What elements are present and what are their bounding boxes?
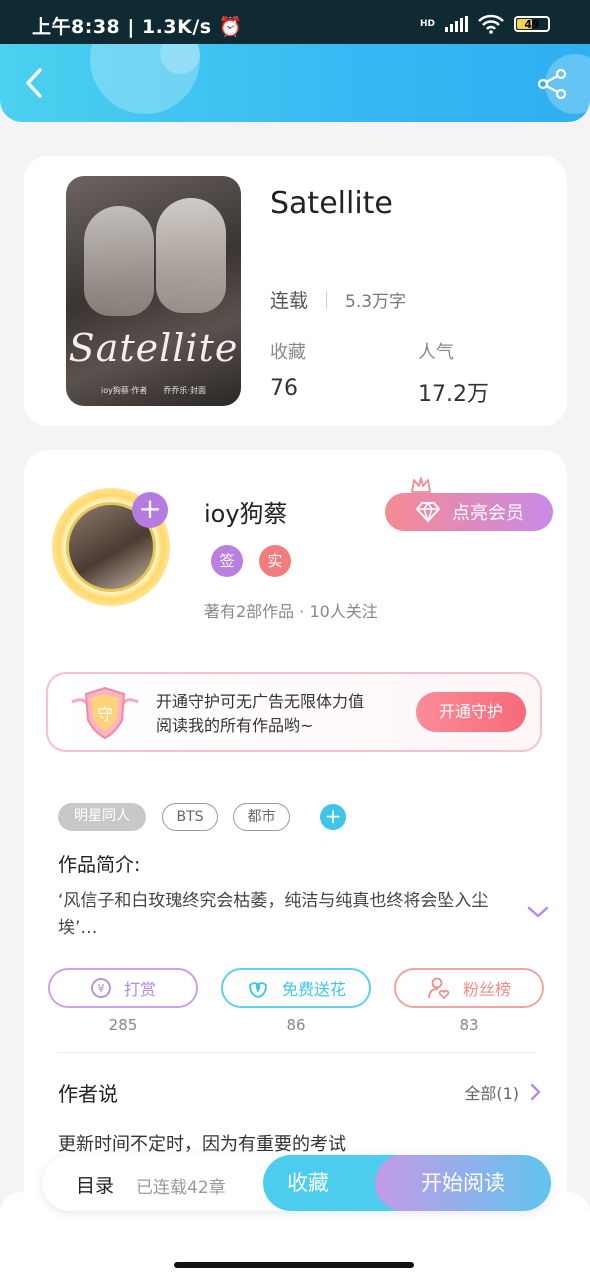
intro-text: ‘风信子和白玫瑰终究会枯萎，纯洁与纯真也终将会坠入尘埃’…: [58, 891, 489, 938]
divider: [58, 1052, 536, 1053]
tip-button[interactable]: ¥ 打赏: [48, 968, 198, 1008]
chevron-down-icon[interactable]: [526, 904, 550, 920]
start-reading-button[interactable]: 开始阅读: [375, 1155, 551, 1211]
open-guard-button[interactable]: 开通守护: [416, 692, 526, 732]
status-icons: HD 49: [420, 14, 550, 34]
intro-heading: 作品简介:: [58, 854, 141, 876]
crown-icon: [411, 477, 431, 493]
fan-count: 83: [459, 1016, 479, 1034]
guard-text: 开通守护可无广告无限体力值 阅读我的所有作品哟~: [156, 692, 365, 735]
status-dot: ·: [232, 12, 238, 33]
guard-shield-text: 守: [97, 705, 113, 724]
hd-label: HD: [419, 19, 435, 29]
signal-icon: [445, 16, 468, 32]
guard-banner[interactable]: 守 开通守护可无广告无限体力值 阅读我的所有作品哟~ 开通守护: [46, 672, 542, 752]
author-says-text: 更新时间不定时，因为有重要的考试: [58, 1134, 346, 1155]
flower-count: 86: [286, 1016, 306, 1034]
stat-popularity: 人气 17.2万: [418, 342, 489, 407]
author-says-heading: 作者说: [58, 1082, 118, 1106]
send-flower-button[interactable]: 免费送花: [221, 968, 371, 1008]
user-heart-icon: [428, 977, 450, 1000]
back-arrow-icon[interactable]: [20, 66, 50, 100]
author-card: + ioy狗蔡 签 实 著有2部作品 · 10人关注 点亮会员 守 开通守护可无…: [24, 450, 567, 1210]
author-says-all-link[interactable]: 全部(1): [464, 1080, 541, 1104]
chevron-right-icon: [530, 1083, 541, 1101]
stat-favorites: 收藏 76: [270, 342, 306, 401]
follow-plus-button[interactable]: +: [132, 492, 168, 528]
guard-shield-icon: 守: [71, 686, 139, 740]
home-indicator[interactable]: [174, 1262, 414, 1268]
status-time: 上午8:38 | 1.3K/s ⏰: [32, 16, 243, 38]
alarm-icon: ⏰: [218, 16, 243, 38]
fan-ranking-button[interactable]: 粉丝榜: [394, 968, 544, 1008]
tag-celebrity[interactable]: 明星同人: [58, 803, 146, 831]
top-nav-bar: [0, 44, 590, 122]
tip-count: 285: [108, 1016, 138, 1034]
status-bar: 上午8:38 | 1.3K/s ⏰ · HD 49: [0, 0, 590, 44]
svg-text:¥: ¥: [97, 982, 104, 995]
author-info: 著有2部作品 · 10人关注: [204, 602, 378, 621]
book-status: 连载: [270, 290, 309, 312]
bottom-action-bar: 目录 已连载42章 收藏 开始阅读: [42, 1155, 551, 1211]
flower-icon: [249, 982, 267, 998]
vip-button[interactable]: 点亮会员: [385, 493, 553, 531]
yen-coin-icon: ¥: [91, 978, 111, 998]
cover-title: Satellite: [68, 326, 239, 370]
book-meta: 连载 5.3万字: [270, 286, 406, 313]
signed-badge: 签: [211, 545, 243, 577]
diamond-icon: [416, 501, 440, 523]
toc-button[interactable]: 目录: [76, 1171, 114, 1198]
chapter-count[interactable]: 已连载42章: [136, 1173, 226, 1198]
vip-button-label: 点亮会员: [452, 503, 524, 524]
book-info-card: Satellite ioy狗蔡·作者 乔乔乐·封面 Satellite 连载 5…: [24, 156, 567, 426]
tag-urban[interactable]: 都市: [233, 803, 290, 831]
author-name[interactable]: ioy狗蔡: [204, 494, 288, 529]
verified-badge: 实: [259, 545, 291, 577]
wifi-icon: [478, 14, 504, 34]
cover-subtitle: ioy狗蔡·作者 乔乔乐·封面: [101, 386, 206, 395]
share-icon[interactable]: [536, 68, 568, 100]
book-cover[interactable]: Satellite ioy狗蔡·作者 乔乔乐·封面: [66, 176, 241, 406]
book-word-count: 5.3万字: [345, 292, 407, 312]
book-title: Satellite: [270, 186, 393, 221]
add-tag-button[interactable]: +: [320, 804, 346, 830]
battery-icon: 49: [514, 16, 550, 32]
tag-bts[interactable]: BTS: [162, 803, 218, 831]
